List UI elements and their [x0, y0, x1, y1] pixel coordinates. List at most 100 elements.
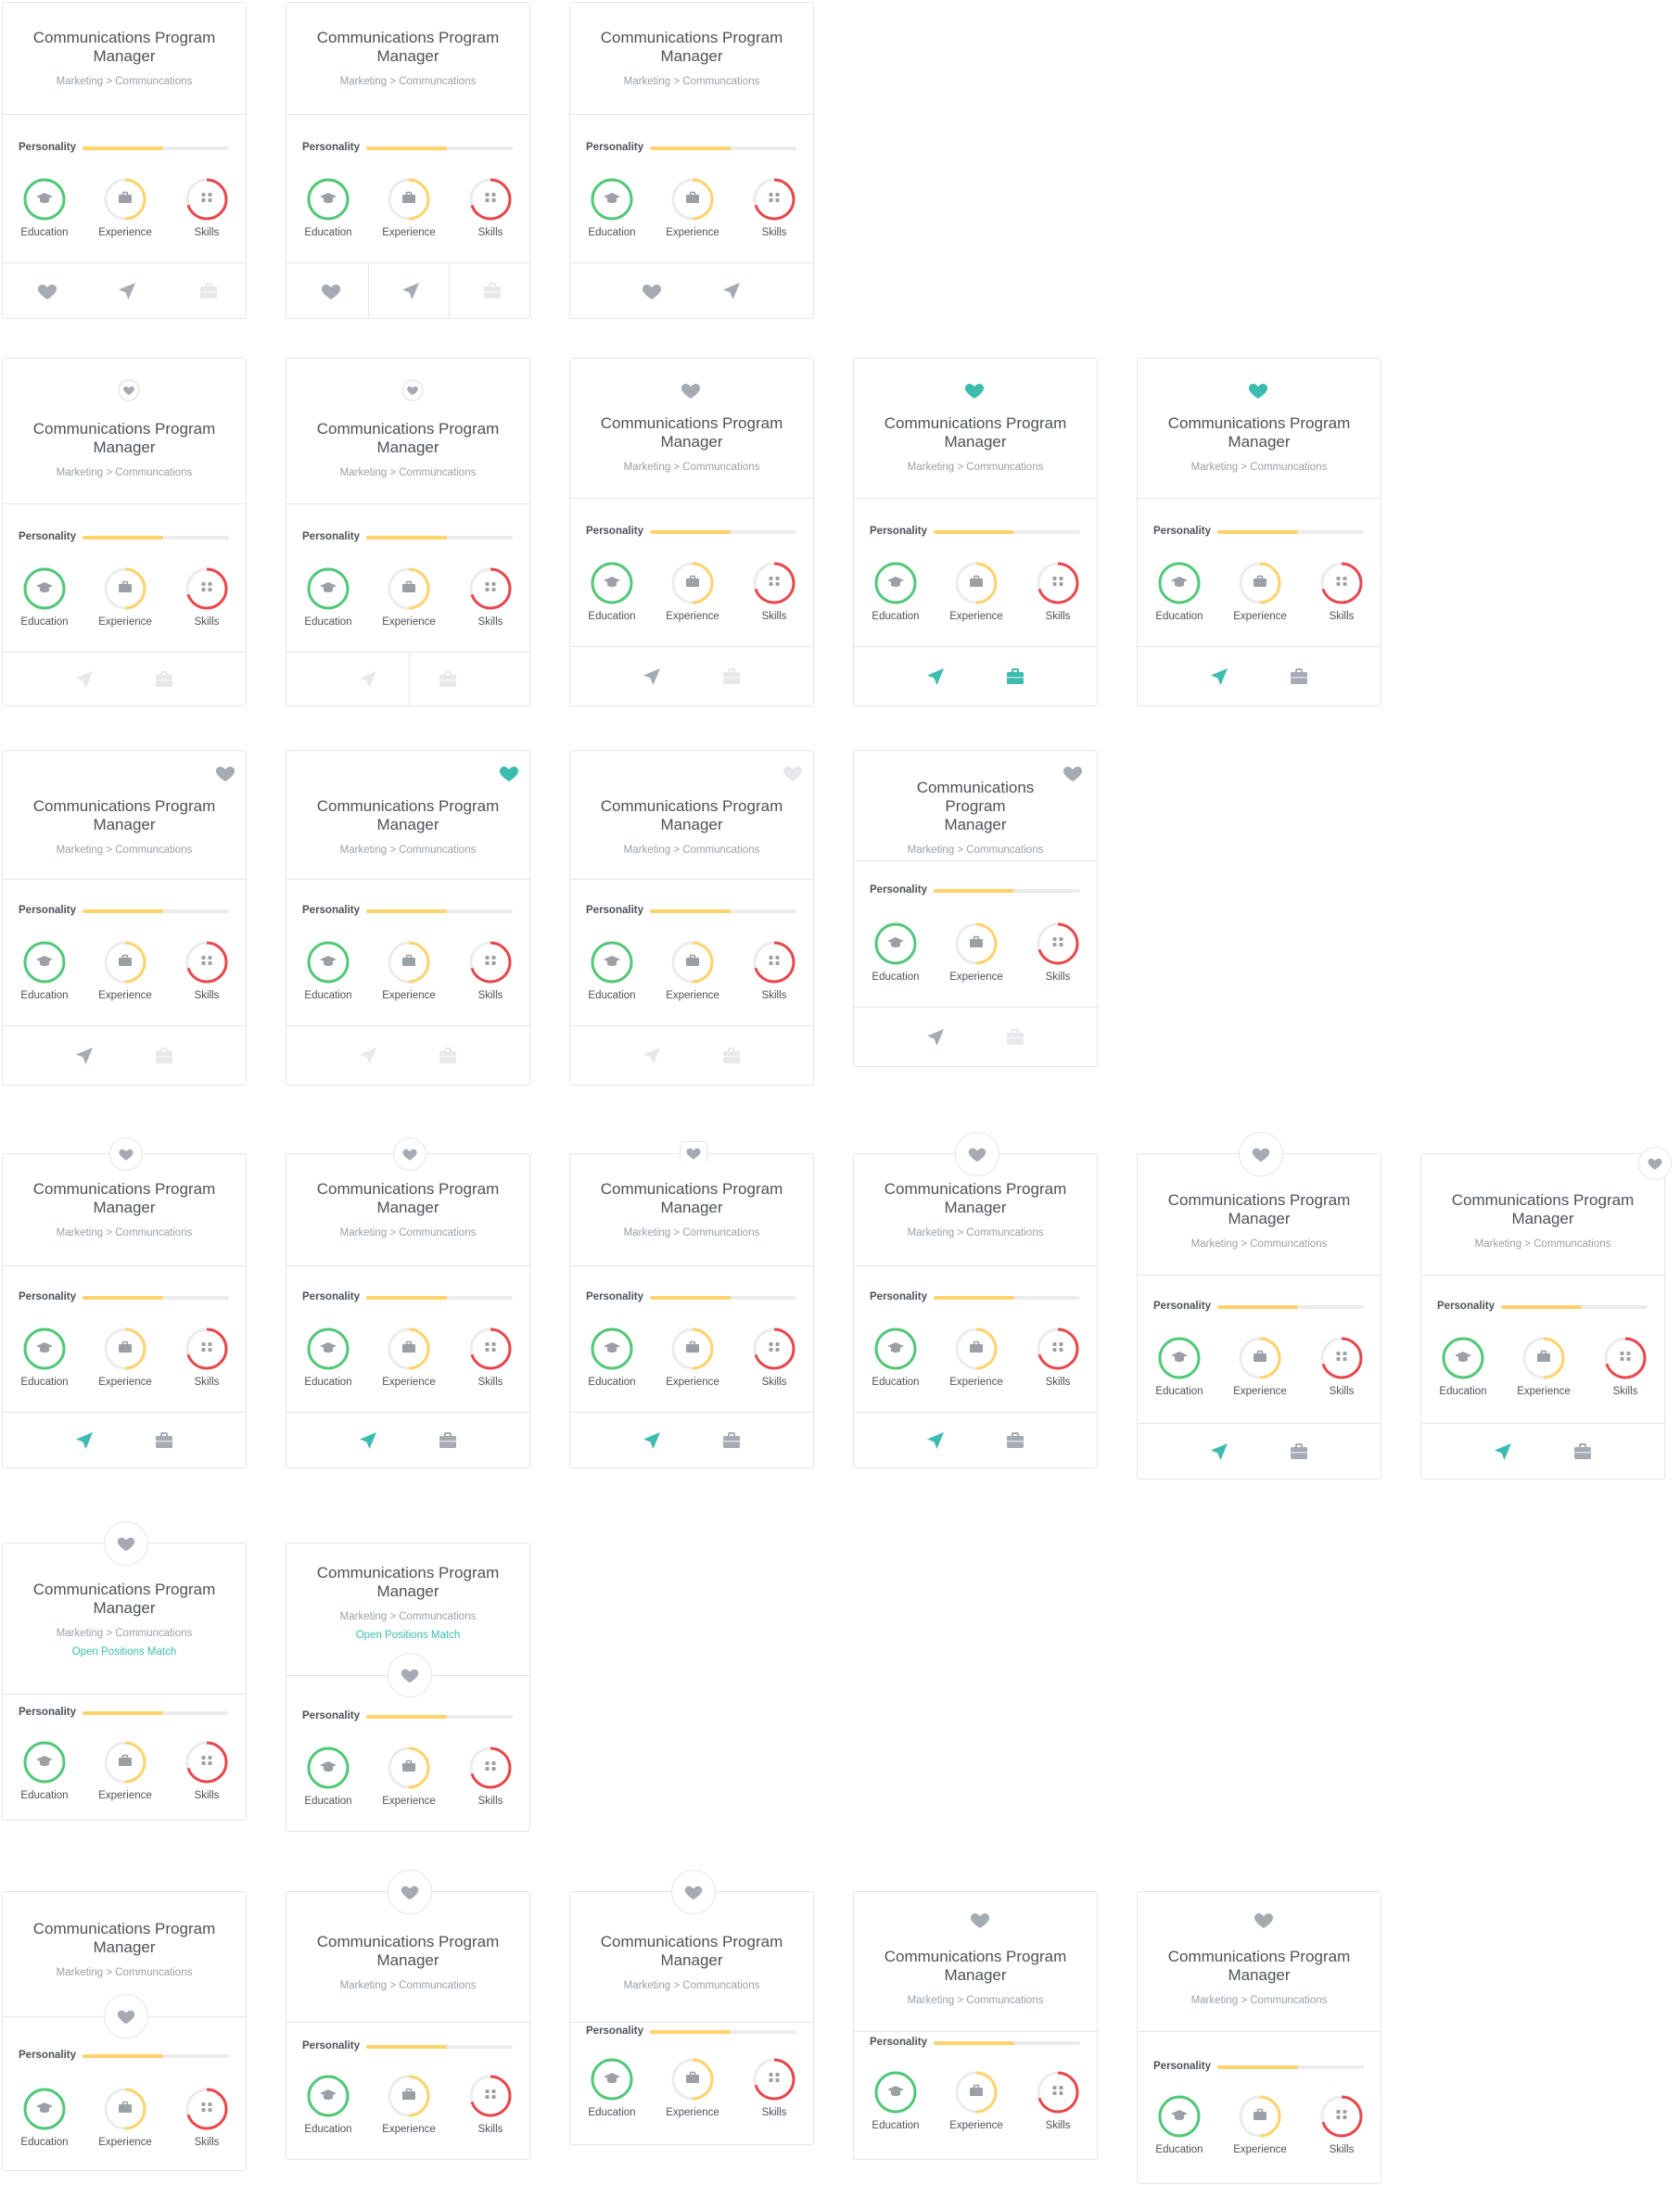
experience-score[interactable]: Experience	[944, 921, 1009, 983]
job-card[interactable]: Communications Program Manager Marketing >…	[569, 750, 814, 1086]
open-positions-match-link[interactable]: Open Positions Match	[3, 1645, 246, 1658]
skills-score[interactable]: Skills	[1025, 2070, 1090, 2131]
education-score[interactable]: Education	[1147, 561, 1212, 622]
skills-score[interactable]: Skills	[742, 1327, 807, 1388]
briefcase-icon[interactable]	[481, 280, 503, 302]
experience-score[interactable]: Experience	[93, 1327, 158, 1388]
education-score[interactable]: Education	[296, 1327, 361, 1388]
experience-score[interactable]: Experience	[376, 940, 441, 1001]
favorite-heart-button[interactable]	[393, 1137, 426, 1171]
job-title[interactable]: Communications Program Manager	[3, 1920, 246, 1957]
briefcase-icon[interactable]	[1572, 1441, 1594, 1463]
experience-score[interactable]: Experience	[1228, 561, 1292, 622]
briefcase-icon[interactable]	[720, 666, 743, 688]
apply-send-icon[interactable]	[924, 1429, 947, 1452]
experience-score[interactable]: Experience	[660, 1327, 725, 1388]
apply-send-icon[interactable]	[400, 280, 422, 302]
apply-send-icon[interactable]	[73, 668, 95, 691]
favorite-heart-icon[interactable]	[969, 1909, 991, 1931]
education-score[interactable]: Education	[296, 2074, 361, 2135]
favorite-heart-button[interactable]	[1239, 1132, 1283, 1176]
favorite-heart-icon[interactable]	[1247, 379, 1269, 401]
job-card[interactable]: Communications Program Manager Marketing >…	[2, 358, 247, 706]
job-card[interactable]: Communications Program Manager Marketing >…	[853, 1891, 1098, 2160]
job-card[interactable]: Communications Program Manager Marketing >…	[2, 1521, 247, 1821]
job-title[interactable]: Communications Program Manager	[1421, 1191, 1664, 1228]
job-card[interactable]: Communications Program Manager Marketing >…	[569, 1141, 814, 1468]
education-score[interactable]: Education	[1147, 2094, 1212, 2155]
job-card[interactable]: Communications Program Manager Marketing >…	[286, 1870, 530, 2160]
save-heart-icon[interactable]	[320, 280, 342, 302]
education-score[interactable]: Education	[12, 940, 77, 1001]
apply-send-icon[interactable]	[357, 1045, 379, 1067]
experience-score[interactable]: Experience	[1228, 1336, 1292, 1397]
skills-score[interactable]: Skills	[1309, 2094, 1374, 2155]
skills-score[interactable]: Skills	[458, 177, 523, 238]
skills-score[interactable]: Skills	[742, 561, 807, 622]
skills-score[interactable]: Skills	[174, 1740, 239, 1801]
briefcase-icon[interactable]	[1004, 666, 1026, 688]
job-card[interactable]: Communications Program Manager Marketing >…	[286, 1543, 530, 1832]
job-card[interactable]: Communications Program Manager Marketing >…	[569, 358, 814, 706]
job-title[interactable]: Communications Program Manager	[570, 797, 813, 834]
experience-score[interactable]: Experience	[376, 1327, 441, 1388]
experience-score[interactable]: Experience	[376, 2074, 441, 2135]
job-title[interactable]: Communications Program Manager	[3, 29, 246, 66]
briefcase-icon[interactable]	[153, 1045, 175, 1067]
favorite-heart-button[interactable]	[109, 1137, 143, 1171]
briefcase-icon[interactable]	[1004, 1429, 1026, 1452]
favorite-heart-icon[interactable]	[401, 379, 424, 401]
job-title[interactable]: Communications Program Manager	[286, 29, 529, 66]
skills-score[interactable]: Skills	[1309, 1336, 1374, 1397]
skills-score[interactable]: Skills	[742, 2057, 807, 2118]
education-score[interactable]: Education	[12, 1740, 77, 1801]
job-title[interactable]: Communications Program Manager	[570, 1933, 813, 1970]
apply-send-icon[interactable]	[1492, 1441, 1514, 1463]
education-score[interactable]: Education	[579, 561, 644, 622]
apply-send-icon[interactable]	[641, 666, 663, 688]
favorite-heart-icon[interactable]	[680, 379, 702, 401]
experience-score[interactable]: Experience	[376, 1746, 441, 1807]
favorite-heart-button[interactable]	[1638, 1147, 1672, 1180]
job-card[interactable]: Communications Program Manager Marketing >…	[853, 1132, 1098, 1468]
education-score[interactable]: Education	[12, 2087, 77, 2148]
skills-score[interactable]: Skills	[1025, 1327, 1090, 1388]
job-card[interactable]: Communications Program Manager Marketing >…	[286, 2, 530, 319]
job-card[interactable]: Communications Program Manager Marketing >…	[569, 1870, 814, 2145]
favorite-heart-button[interactable]	[955, 1132, 999, 1176]
job-title[interactable]: Communications Program Manager	[854, 1180, 1097, 1217]
experience-score[interactable]: Experience	[1228, 2094, 1292, 2155]
job-title[interactable]: Communications Program Manager	[1138, 1191, 1381, 1228]
job-card[interactable]: Communications Program Manager Marketing >…	[2, 750, 247, 1086]
experience-score[interactable]: Experience	[944, 561, 1009, 622]
skills-score[interactable]: Skills	[174, 2087, 239, 2148]
briefcase-icon[interactable]	[720, 1045, 743, 1067]
experience-score[interactable]: Experience	[93, 2087, 158, 2148]
job-title[interactable]: Communications Program Manager	[286, 420, 529, 457]
education-score[interactable]: Education	[296, 940, 361, 1001]
skills-score[interactable]: Skills	[458, 2074, 523, 2135]
favorite-heart-icon[interactable]	[782, 762, 804, 784]
favorite-heart-icon[interactable]	[118, 379, 140, 401]
education-score[interactable]: Education	[296, 177, 361, 238]
briefcase-icon[interactable]	[1004, 1026, 1026, 1048]
education-score[interactable]: Education	[12, 1327, 77, 1388]
job-card[interactable]: Communications Program Manager Marketing >…	[286, 1137, 530, 1468]
skills-score[interactable]: Skills	[1025, 561, 1090, 622]
favorite-heart-button[interactable]	[671, 1870, 716, 1914]
apply-send-icon[interactable]	[1208, 1441, 1230, 1463]
skills-score[interactable]: Skills	[458, 1746, 523, 1807]
experience-score[interactable]: Experience	[376, 566, 441, 628]
experience-score[interactable]: Experience	[93, 566, 158, 628]
education-score[interactable]: Education	[863, 921, 928, 983]
job-title[interactable]: Communications Program Manager	[3, 1581, 246, 1618]
education-score[interactable]: Education	[296, 1746, 361, 1807]
education-score[interactable]: Education	[1431, 1336, 1495, 1397]
experience-score[interactable]: Experience	[660, 177, 725, 238]
skills-score[interactable]: Skills	[174, 1327, 239, 1388]
experience-score[interactable]: Experience	[660, 2057, 725, 2118]
job-title[interactable]: Communications Program Manager	[286, 1933, 529, 1970]
job-card[interactable]: Communications Program Manager Marketing >…	[1420, 1147, 1672, 1480]
skills-score[interactable]: Skills	[1593, 1336, 1658, 1397]
job-title[interactable]: Communications Program Manager	[570, 1180, 813, 1217]
